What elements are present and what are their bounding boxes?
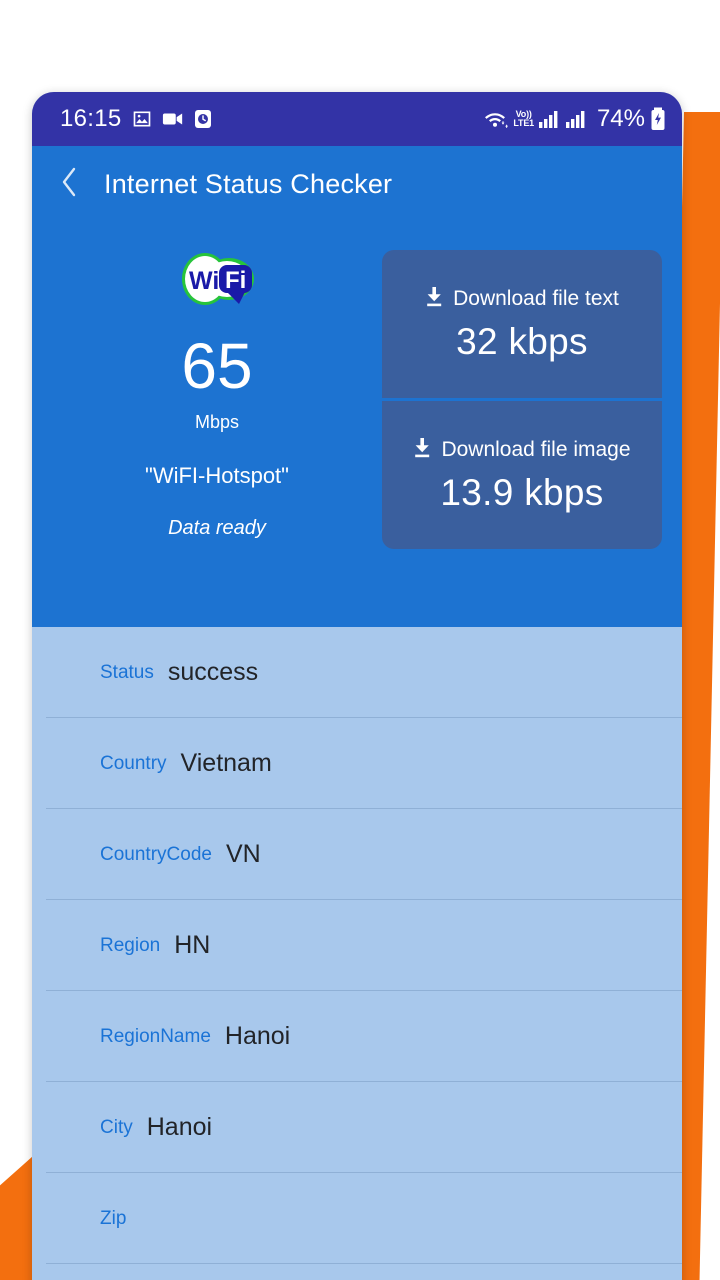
ip-info-list: Status success Country Vietnam CountryCo…: [32, 627, 682, 1264]
table-row[interactable]: Region HN: [32, 900, 682, 991]
svg-text:Wi: Wi: [189, 267, 219, 295]
table-row[interactable]: Status success: [32, 627, 682, 718]
table-row[interactable]: Zip: [32, 1173, 682, 1264]
status-bar-right-group: Vo)) LTE1 74%: [484, 105, 666, 133]
row-value-city: Hanoi: [146, 1113, 213, 1141]
download-icon: [413, 437, 432, 464]
download-file-image-card[interactable]: Download file image 13.9 kbps: [382, 401, 662, 549]
row-label-status: Status: [100, 661, 154, 683]
back-button[interactable]: [50, 164, 90, 204]
status-bar-left-group: 16:15: [60, 105, 212, 133]
wifi-summary-panel: Wi Fi 65 Mbps "WiFI-Hotspot" Data ready: [52, 244, 382, 627]
table-row[interactable]: City Hanoi: [32, 1082, 682, 1173]
battery-percent-label: 74%: [596, 105, 645, 132]
table-row[interactable]: Country Vietnam: [32, 718, 682, 809]
wifi-logo-icon: Wi Fi: [171, 248, 263, 310]
download-file-image-value: 13.9 kbps: [440, 471, 604, 513]
video-camera-icon: [162, 111, 184, 127]
download-file-image-header: Download file image: [413, 437, 631, 464]
row-label-zip: Zip: [100, 1207, 127, 1229]
connection-summary-section: Wi Fi 65 Mbps "WiFI-Hotspot" Data ready: [32, 222, 682, 627]
data-status-label: Data ready: [168, 517, 266, 539]
signal-bars-icon: [565, 109, 588, 129]
network-ssid-label: "WiFI-Hotspot": [145, 463, 289, 488]
row-value-region: HN: [174, 931, 211, 959]
screenshot-root: 16:15 Vo)) LTE1 74% Internet Status Chec…: [0, 0, 720, 1280]
system-status-bar: 16:15 Vo)) LTE1 74%: [32, 92, 682, 146]
row-label-countrycode: CountryCode: [100, 843, 212, 865]
download-file-text-label: Download file text: [453, 287, 619, 310]
download-cards-panel: Download file text 32 kbps Download file…: [382, 244, 662, 627]
chevron-left-icon: [59, 165, 81, 204]
page-title: Internet Status Checker: [104, 168, 393, 199]
connection-speed-value: 65: [181, 330, 253, 402]
row-value-regionname: Hanoi: [224, 1022, 291, 1050]
table-row[interactable]: RegionName Hanoi: [32, 991, 682, 1082]
app-bar: Internet Status Checker: [32, 146, 682, 222]
download-file-text-header: Download file text: [425, 286, 619, 313]
row-value-countrycode: VN: [225, 840, 261, 868]
svg-text:Fi: Fi: [225, 267, 246, 294]
phone-screen: 16:15 Vo)) LTE1 74% Internet Status Chec…: [32, 92, 682, 1280]
download-file-text-value: 32 kbps: [456, 320, 588, 362]
row-label-city: City: [100, 1116, 133, 1138]
download-icon: [425, 286, 444, 313]
wifi-icon: [484, 109, 509, 129]
row-label-regionname: RegionName: [100, 1025, 211, 1047]
download-file-image-label: Download file image: [441, 438, 631, 461]
battery-charging-icon: [650, 107, 666, 131]
row-label-country: Country: [100, 752, 167, 774]
signal-bars-icon: [538, 109, 561, 129]
volte-icon: Vo)) LTE1: [513, 109, 534, 128]
connection-speed-unit: Mbps: [194, 412, 239, 432]
row-label-region: Region: [100, 934, 161, 956]
image-icon: [132, 109, 152, 129]
status-bar-clock: 16:15: [60, 105, 122, 132]
table-row[interactable]: CountryCode VN: [32, 809, 682, 900]
download-file-text-card[interactable]: Download file text 32 kbps: [382, 250, 662, 398]
row-value-country: Vietnam: [180, 749, 272, 777]
row-value-status: success: [167, 658, 259, 686]
clock-icon: [194, 109, 212, 129]
